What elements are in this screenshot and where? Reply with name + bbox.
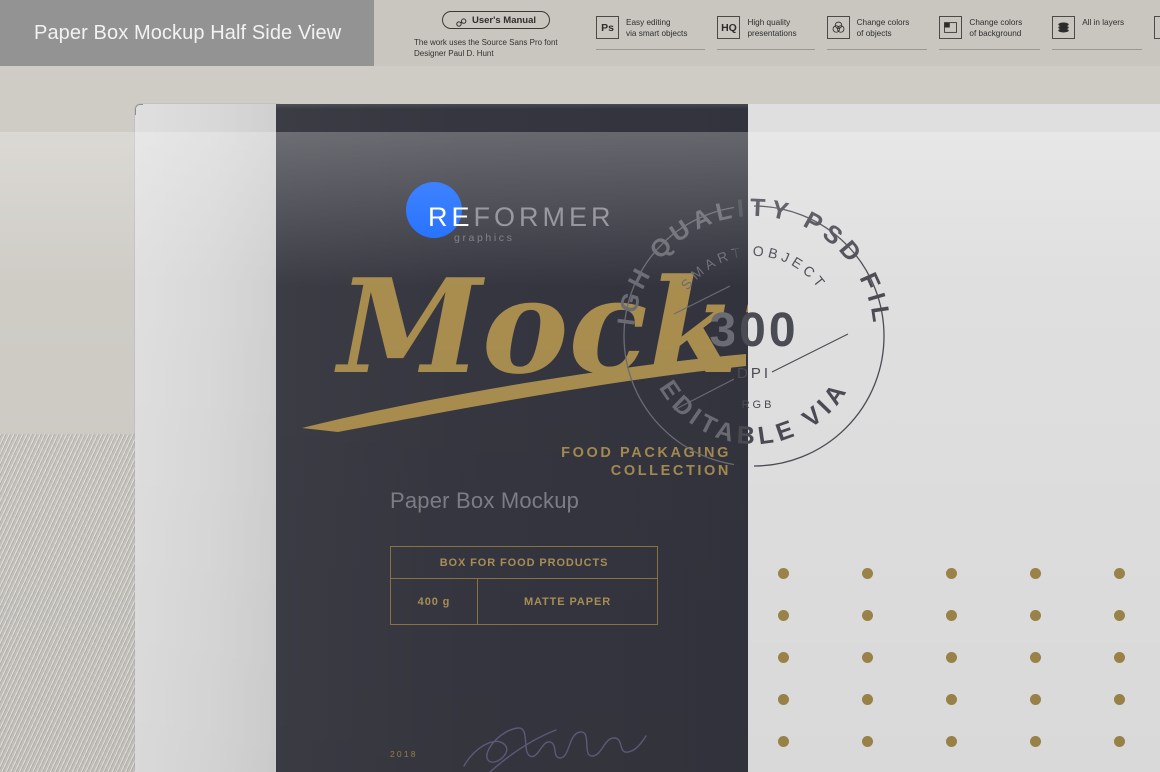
spec-box-title: BOX FOR FOOD PRODUCTS <box>390 546 658 579</box>
gold-dot <box>1030 652 1041 663</box>
feature-item-5: All in layers <box>1052 16 1143 50</box>
feature-label-line-1: Change colors <box>969 18 1023 27</box>
feature-item-1: Ps Easy editing via smart objects <box>596 16 706 50</box>
spec-weight: 400 g <box>391 579 478 624</box>
gold-dot <box>778 610 789 621</box>
logo-rest-text: FORMER <box>473 202 615 232</box>
gold-dot <box>1114 610 1125 621</box>
reformer-logo: RE FORMER <box>406 182 615 238</box>
background-frame-icon <box>939 16 963 39</box>
signature-mark <box>460 722 650 772</box>
font-credit-line-2: Designer Paul D. Hunt <box>414 49 494 58</box>
users-manual-label: User's Manual <box>472 14 537 26</box>
gold-dot <box>1030 694 1041 705</box>
feature-item-4: Change colors of background <box>939 16 1041 50</box>
link-icon <box>456 15 467 27</box>
title-bar: Paper Box Mockup Half Side View <box>0 0 374 66</box>
gold-dot <box>1030 736 1041 747</box>
feature-label-5: All in layers <box>1082 16 1124 28</box>
svg-text:RGB: RGB <box>742 399 775 411</box>
shadow-icon <box>1154 16 1160 39</box>
gold-dot <box>946 736 957 747</box>
spec-box-title-text: BOX FOR FOOD PRODUCTS <box>439 556 609 569</box>
logo-subtitle: graphics <box>454 232 515 244</box>
gold-dot <box>862 652 873 663</box>
gold-dot <box>778 652 789 663</box>
gold-dot <box>862 610 873 621</box>
feature-label-line-1: Easy editing <box>626 18 671 27</box>
gold-dot <box>778 736 789 747</box>
mockup-scene: RE FORMER graphics Mockup FOOD PACKAGING… <box>0 66 1160 772</box>
gold-dot <box>1114 652 1125 663</box>
feature-label-2: High quality presentations <box>747 16 796 39</box>
feature-item-3: Change colors of objects <box>826 16 928 50</box>
feature-label-4: Change colors of background <box>969 16 1022 39</box>
year-label: 2018 <box>390 749 418 759</box>
page-title: Paper Box Mockup Half Side View <box>34 21 342 44</box>
gold-dot <box>778 694 789 705</box>
feature-item-2: HQ High quality presentations <box>717 16 815 50</box>
gold-dot <box>862 736 873 747</box>
feature-label-line-1: Change colors <box>856 18 910 27</box>
users-manual-button[interactable]: User's Manual <box>442 11 551 29</box>
feature-label-line-1: All in layers <box>1082 18 1125 27</box>
svg-text:DPI: DPI <box>737 365 771 382</box>
feature-label-line-2: of objects <box>856 29 892 38</box>
spec-box-row: 400 g MATTE PAPER <box>390 579 658 625</box>
gold-dot <box>1114 736 1125 747</box>
font-credit-note: The work uses the Source Sans Pro font D… <box>414 37 558 59</box>
logo-accent-text: RE <box>428 202 474 232</box>
quality-stamp-badge: HIGH QUALITY PSD FILE HIGH QUALITY PSD F… <box>612 194 896 478</box>
feature-label-1: Easy editing via smart objects <box>626 16 687 39</box>
gold-dot <box>946 652 957 663</box>
gold-dot <box>946 568 957 579</box>
feature-label-line-2: of background <box>969 29 1022 38</box>
feature-label-line-2: via smart objects <box>626 29 688 38</box>
gold-dot <box>862 694 873 705</box>
layers-icon <box>1052 16 1076 39</box>
gold-dot <box>862 568 873 579</box>
feature-label-line-2: presentations <box>747 29 797 38</box>
gold-dot <box>946 610 957 621</box>
toolbar-left-group: User's Manual The work uses the Source S… <box>396 0 606 66</box>
feature-label-line-1: High quality <box>747 18 791 27</box>
feature-item-6: On/off shadows <box>1154 16 1160 50</box>
feature-label-3: Change colors of objects <box>857 16 910 39</box>
color-wheel-icon <box>826 16 850 39</box>
gold-dot <box>1114 568 1125 579</box>
gold-dot <box>1114 694 1125 705</box>
feature-list: Ps Easy editing via smart objects HQ High qu… <box>596 16 1160 56</box>
gold-dot <box>778 568 789 579</box>
screenshot-root: RE FORMER graphics Mockup FOOD PACKAGING… <box>0 0 1160 772</box>
photoshop-icon: Ps <box>596 16 619 39</box>
gold-dot <box>946 694 957 705</box>
panel-title: Paper Box Mockup <box>390 488 580 513</box>
font-credit-line-1: The work uses the Source Sans Pro font <box>414 38 558 47</box>
feature-toolbar: User's Manual The work uses the Source S… <box>374 0 1160 66</box>
box-side-flap <box>135 104 280 772</box>
gold-dot <box>1030 610 1041 621</box>
gold-dot <box>1030 568 1041 579</box>
high-quality-icon: HQ <box>717 16 741 39</box>
spec-material: MATTE PAPER <box>523 595 612 608</box>
